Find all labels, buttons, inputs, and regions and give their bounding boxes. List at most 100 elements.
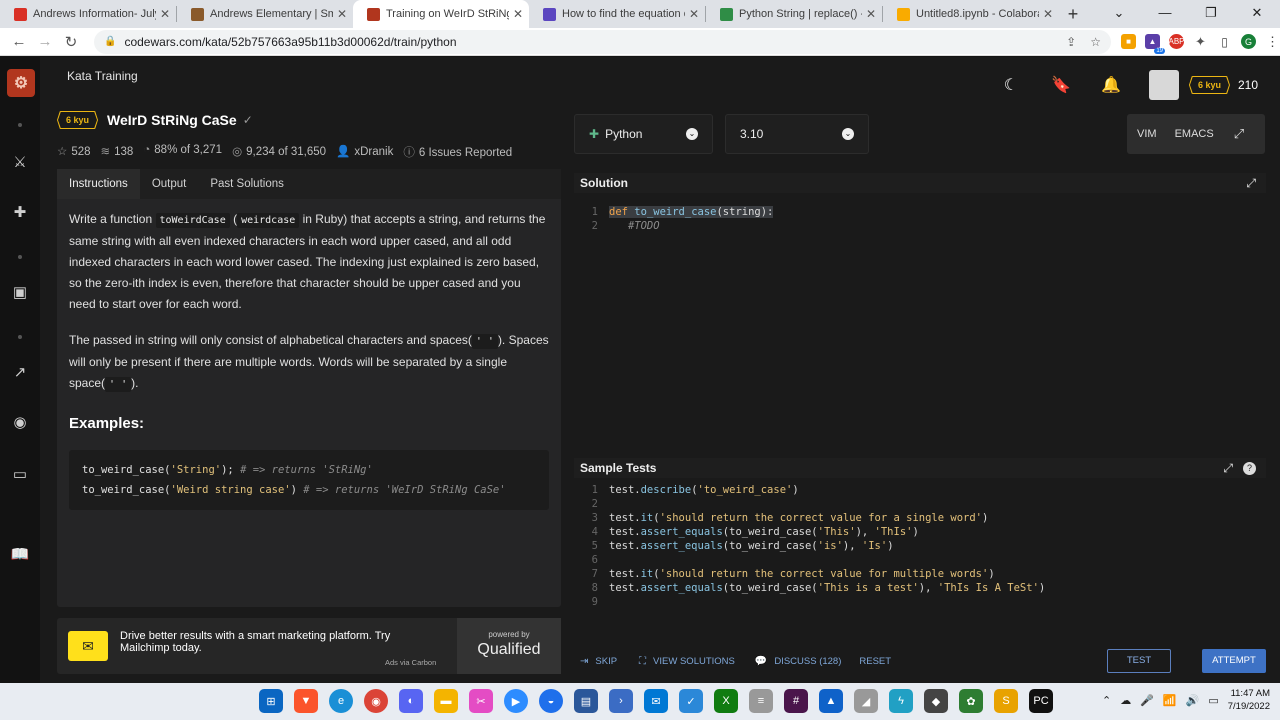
start-icon[interactable]: ⊞	[259, 689, 283, 713]
train-icon[interactable]: ✚	[8, 203, 32, 223]
todo-icon[interactable]: ✓	[679, 689, 703, 713]
briefcase-icon[interactable]: ▣	[8, 283, 32, 303]
code-token: describe	[640, 484, 692, 496]
notepad-icon[interactable]: ≡	[749, 689, 773, 713]
battery-icon[interactable]: ▭	[1208, 694, 1218, 707]
stars-stat[interactable]: ☆ 528	[57, 144, 91, 160]
profile-icon[interactable]: G	[1241, 34, 1256, 49]
bookmark-icon[interactable]: 🔖	[1049, 75, 1073, 95]
snip-icon[interactable]: ✂	[469, 689, 493, 713]
issues-stat[interactable]: ⓘ 6 Issues Reported	[403, 144, 512, 160]
close-tab-icon[interactable]: ✕	[866, 7, 876, 21]
browser-tab[interactable]: Python String | replace() - Ge ✕	[706, 0, 882, 28]
reload-icon[interactable]: ↻	[58, 33, 84, 51]
practice-icon[interactable]: ⚔	[8, 153, 32, 173]
excel-icon[interactable]: X	[714, 689, 738, 713]
clock-date: 7/19/2022	[1227, 701, 1270, 712]
pycharm-icon[interactable]: PC	[1029, 689, 1053, 713]
volume-icon[interactable]: 🔊	[1186, 694, 1200, 707]
view-solutions-button[interactable]: ⛶ VIEW SOLUTIONS	[639, 656, 735, 667]
version-select[interactable]: 3.10 ⌄	[725, 114, 869, 154]
menu-kebab-icon[interactable]: ⋮	[1265, 34, 1280, 49]
virtualbox-icon[interactable]: ◆	[924, 689, 948, 713]
discuss-button[interactable]: 💬 DISCUSS (128)	[755, 656, 842, 667]
discord-icon[interactable]: ◉	[8, 413, 32, 433]
close-window-icon[interactable]: ✕	[1234, 0, 1280, 28]
share-icon[interactable]: ⇪	[1066, 35, 1076, 49]
language-select[interactable]: ✚ Python ⌄	[574, 114, 713, 154]
tab-output[interactable]: Output	[140, 169, 199, 199]
attempt-button[interactable]: ATTEMPT	[1202, 649, 1266, 673]
close-tab-icon[interactable]: ✕	[160, 7, 170, 21]
puzzle-icon[interactable]: ✦	[1193, 34, 1208, 49]
app-icon[interactable]: ◒	[539, 689, 563, 713]
reset-button[interactable]: RESET	[859, 656, 891, 667]
close-tab-icon[interactable]: ✕	[513, 7, 523, 21]
zoom-icon[interactable]: ▶	[504, 689, 528, 713]
chevron-up-icon[interactable]: ⌃	[1102, 694, 1111, 707]
extension-badge-icon[interactable]: ▲ 19	[1145, 34, 1165, 54]
author-stat[interactable]: 👤 xDranik	[336, 144, 393, 160]
forward-icon[interactable]: →	[32, 33, 58, 50]
app-icon[interactable]: ◢	[854, 689, 878, 713]
avatar[interactable]	[1148, 70, 1179, 100]
chrome-icon[interactable]: ◉	[364, 689, 388, 713]
sidebar-icon[interactable]: ▯	[1217, 34, 1232, 49]
microphone-icon[interactable]: 🎤	[1140, 694, 1154, 707]
power-automate-icon[interactable]: ϟ	[889, 689, 913, 713]
test-button[interactable]: TEST	[1107, 649, 1171, 673]
close-tab-icon[interactable]: ✕	[1043, 7, 1053, 21]
emacs-button[interactable]: EMACS	[1175, 128, 1214, 140]
browser-tab[interactable]: How to find the equation of a ✕	[529, 0, 705, 28]
book-icon[interactable]: 📖	[8, 545, 32, 565]
brave-icon[interactable]: ▼	[294, 689, 318, 713]
sublime-icon[interactable]: S	[994, 689, 1018, 713]
nav-dot	[18, 123, 22, 127]
expand-icon[interactable]: ⤢	[1246, 176, 1256, 191]
moon-icon[interactable]: ☾	[999, 75, 1023, 95]
codewars-logo-icon[interactable]: ⚙	[7, 69, 35, 97]
chevron-down-icon[interactable]: ⌄	[1096, 0, 1142, 28]
vim-button[interactable]: VIM	[1137, 128, 1157, 140]
azure-icon[interactable]: ▲	[819, 689, 843, 713]
onedrive-icon[interactable]: ☁	[1120, 694, 1131, 707]
clock[interactable]: 11:47 AM 7/19/2022	[1228, 687, 1270, 713]
minimize-icon[interactable]: —	[1142, 0, 1188, 28]
tab-instructions[interactable]: Instructions	[57, 169, 140, 199]
bookmark-star-icon[interactable]: ☆	[1090, 35, 1101, 49]
tab-past-solutions[interactable]: Past Solutions	[198, 169, 296, 199]
adblock-icon[interactable]: ABP	[1169, 34, 1185, 49]
browser-tab[interactable]: Training on WeIrD StRiNg Ca ✕	[353, 0, 529, 28]
app-icon[interactable]: ✿	[959, 689, 983, 713]
close-tab-icon[interactable]: ✕	[337, 7, 347, 21]
discord-icon[interactable]: ◐	[399, 689, 423, 713]
edge-icon[interactable]: e	[329, 689, 353, 713]
extension-icon[interactable]: ■	[1121, 34, 1136, 49]
close-tab-icon[interactable]: ✕	[689, 7, 699, 21]
slack-icon[interactable]: #	[784, 689, 808, 713]
expand-icon[interactable]: ⤢	[1223, 461, 1233, 476]
wifi-icon[interactable]: 📶	[1163, 694, 1177, 707]
mail-icon[interactable]: ✉	[644, 689, 668, 713]
collections-stat[interactable]: ≋ 138	[101, 144, 134, 160]
new-tab-button[interactable]: +	[1059, 0, 1087, 28]
back-icon[interactable]: ←	[6, 33, 32, 50]
bell-icon[interactable]: 🔔	[1099, 75, 1123, 95]
chat-icon[interactable]: ▭	[8, 465, 32, 485]
powershell-icon[interactable]: ›	[609, 689, 633, 713]
browser-tab[interactable]: Andrews Elementary | Smore ✕	[177, 0, 353, 28]
sample-tests-editor[interactable]: 1 test.describe('to_weird_case') 2 3 test.it…	[574, 483, 1266, 623]
folder-icon[interactable]: ▤	[574, 689, 598, 713]
skip-button[interactable]: ⇥ SKIP	[580, 656, 617, 667]
browser-tab[interactable]: Andrews Information- July 20 ✕	[0, 0, 176, 28]
address-bar[interactable]: 🔒 codewars.com/kata/52b757663a95b11b3d00…	[94, 29, 1111, 54]
trending-icon[interactable]: ↗	[8, 363, 32, 383]
sponsor-ad[interactable]: ✉ Drive better results with a smart mark…	[57, 618, 561, 674]
line-number: 6	[591, 554, 598, 566]
help-icon[interactable]: ?	[1243, 461, 1256, 475]
file-explorer-icon[interactable]: ▬	[434, 689, 458, 713]
solution-editor[interactable]: 1 def to_weird_case(string): 2 #TODO	[574, 197, 1266, 447]
restore-icon[interactable]: ❐	[1188, 0, 1234, 28]
fullscreen-icon[interactable]: ⤢	[1234, 126, 1244, 142]
browser-tab[interactable]: Untitled8.ipynb - Colaborato ✕	[883, 0, 1059, 28]
